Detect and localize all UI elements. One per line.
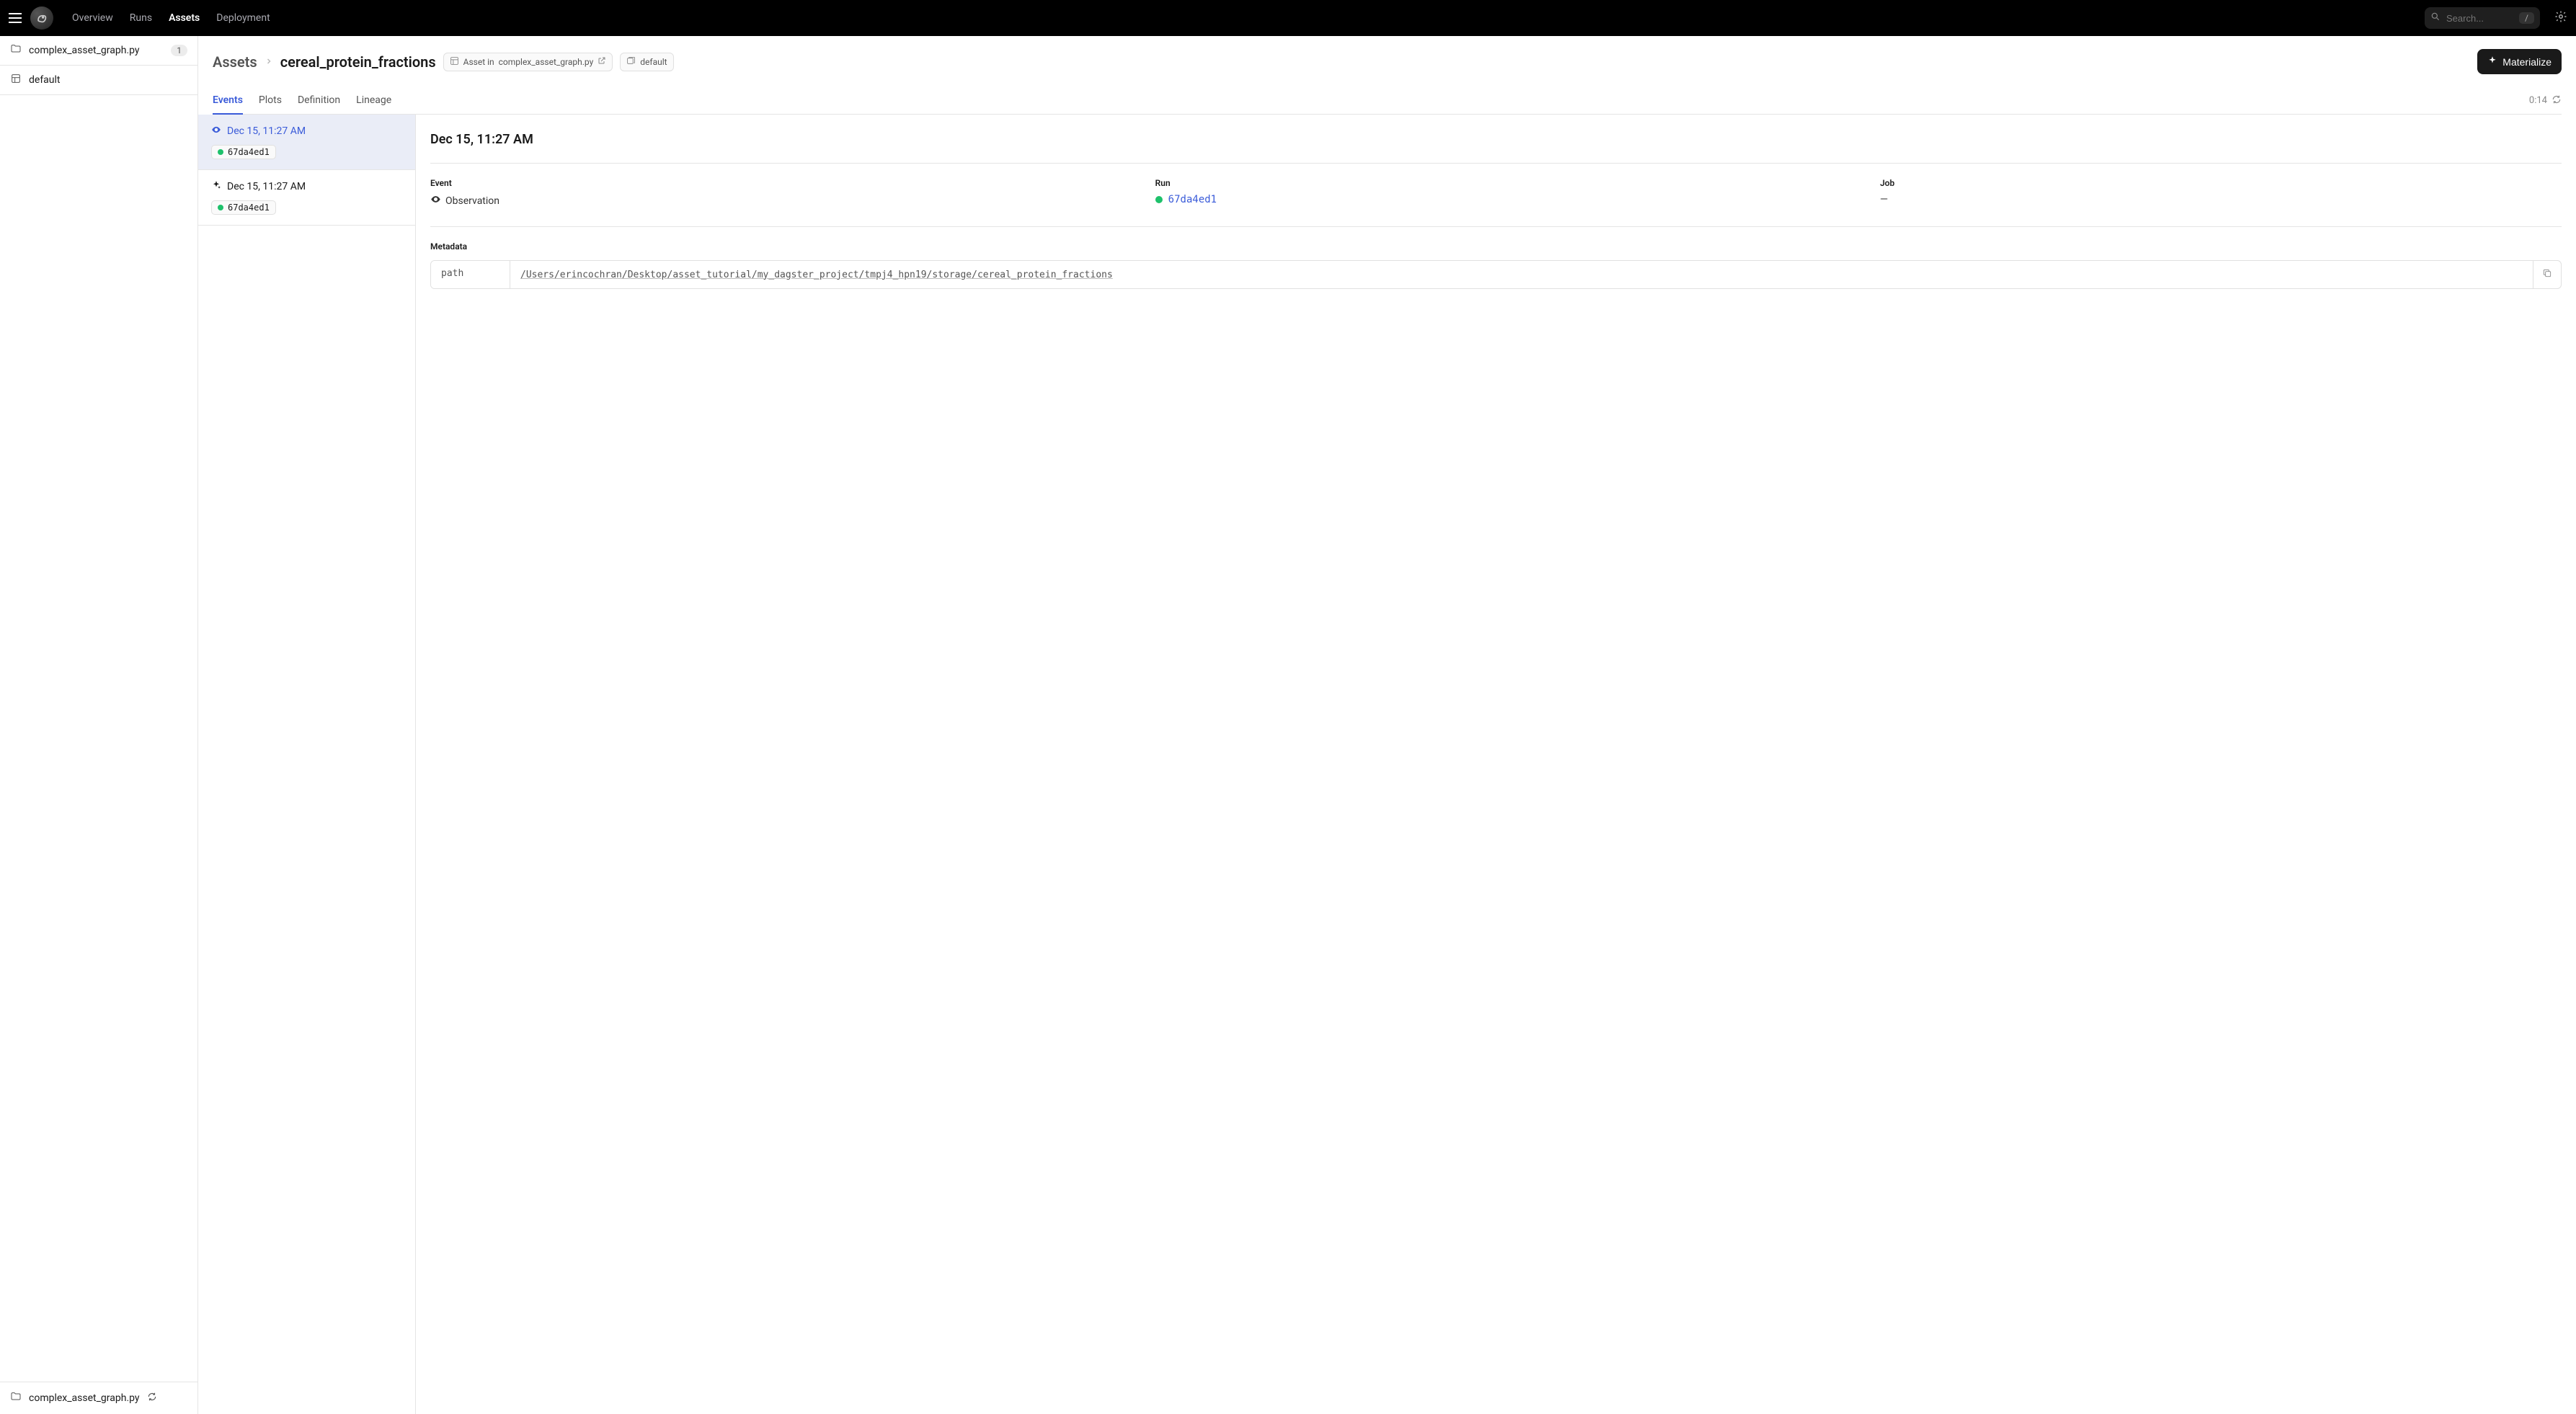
sidebar-item-default[interactable]: default <box>0 66 197 95</box>
metadata-value: /Users/erincochran/Desktop/asset_tutoria… <box>510 261 2533 288</box>
breadcrumb-current: cereal_protein_fractions <box>280 53 436 71</box>
copy-icon <box>2542 268 2552 281</box>
run-col: Run 67da4ed1 <box>1155 178 1837 208</box>
job-label: Job <box>1880 178 2562 188</box>
event-type-text: Observation <box>445 195 499 207</box>
reload-icon[interactable] <box>147 1392 157 1405</box>
content-header: Assets cereal_protein_fractions Asset in… <box>198 36 2576 115</box>
metadata-key: path <box>431 261 510 288</box>
tab-lineage[interactable]: Lineage <box>356 87 391 115</box>
gear-icon[interactable] <box>2554 10 2567 26</box>
refresh-timer[interactable]: 0:14 <box>2529 94 2562 107</box>
event-value: Observation <box>430 194 1112 208</box>
events-list: Dec 15, 11:27 AM 67da4ed1 Dec 15, 11:27 … <box>198 115 416 1414</box>
run-chip[interactable]: 67da4ed1 <box>211 145 276 159</box>
sidebar-item-label: default <box>29 74 61 86</box>
detail-panel: Dec 15, 11:27 AM Event Observation Ru <box>416 115 2576 1414</box>
chevron-right-icon <box>265 54 273 69</box>
run-id: 67da4ed1 <box>228 147 270 157</box>
tab-events[interactable]: Events <box>213 87 243 115</box>
tabs-row: Events Plots Definition Lineage 0:14 <box>213 87 2562 115</box>
nav-runs[interactable]: Runs <box>123 8 159 28</box>
breadcrumb-row: Assets cereal_protein_fractions Asset in… <box>213 49 2562 74</box>
chip-link[interactable]: complex_asset_graph.py <box>499 57 594 67</box>
event-col: Event Observation <box>430 178 1112 208</box>
search-input[interactable] <box>2446 13 2513 24</box>
materialize-button[interactable]: Materialize <box>2477 49 2562 74</box>
status-dot <box>218 205 223 210</box>
event-item[interactable]: Dec 15, 11:27 AM 67da4ed1 <box>198 170 415 226</box>
status-dot <box>1155 196 1163 203</box>
copy-button[interactable] <box>2533 261 2561 288</box>
observation-icon <box>211 125 221 138</box>
nav-links: Overview Runs Assets Deployment <box>65 8 277 28</box>
asset-icon <box>10 73 22 87</box>
search-icon <box>2430 12 2440 25</box>
table-icon <box>450 56 459 68</box>
job-value: — <box>1880 194 2562 205</box>
run-link[interactable]: 67da4ed1 <box>1155 194 1837 205</box>
sparkle-icon <box>2487 55 2497 68</box>
divider <box>430 226 2562 227</box>
event-time: Dec 15, 11:27 AM <box>227 181 306 192</box>
divider <box>430 163 2562 164</box>
sidebar: complex_asset_graph.py 1 default complex… <box>0 36 198 1414</box>
event-time: Dec 15, 11:27 AM <box>227 125 306 137</box>
materialize-label: Materialize <box>2502 56 2551 68</box>
nav-overview[interactable]: Overview <box>65 8 120 28</box>
run-label: Run <box>1155 178 1837 188</box>
observation-icon <box>430 194 441 208</box>
tab-definition[interactable]: Definition <box>298 87 340 115</box>
asset-location-chip[interactable]: Asset in complex_asset_graph.py <box>443 53 613 71</box>
app-logo[interactable] <box>30 6 53 30</box>
external-link-icon <box>598 56 606 67</box>
refresh-time-value: 0:14 <box>2529 95 2547 106</box>
content: Assets cereal_protein_fractions Asset in… <box>198 36 2576 1414</box>
sidebar-item-badge: 1 <box>171 45 187 56</box>
metadata-heading: Metadata <box>430 241 2562 252</box>
asset-group-icon <box>626 56 636 68</box>
sidebar-item-label: complex_asset_graph.py <box>29 45 140 56</box>
top-header: Overview Runs Assets Deployment / <box>0 0 2576 36</box>
nav-deployment[interactable]: Deployment <box>209 8 277 28</box>
group-chip[interactable]: default <box>620 53 673 71</box>
search-box[interactable]: / <box>2425 7 2540 29</box>
tab-plots[interactable]: Plots <box>259 87 282 115</box>
refresh-icon[interactable] <box>2551 94 2562 107</box>
sidebar-footer-label: complex_asset_graph.py <box>29 1392 140 1404</box>
run-id-link[interactable]: 67da4ed1 <box>1168 194 1217 205</box>
sidebar-footer[interactable]: complex_asset_graph.py <box>0 1382 197 1414</box>
folder-icon <box>10 43 22 58</box>
event-label: Event <box>430 178 1112 188</box>
materialization-icon <box>211 180 221 193</box>
chip-prefix: Asset in <box>463 57 494 67</box>
sidebar-list: complex_asset_graph.py 1 default <box>0 36 197 1382</box>
breadcrumb-root[interactable]: Assets <box>213 53 257 71</box>
body-split: Dec 15, 11:27 AM 67da4ed1 Dec 15, 11:27 … <box>198 115 2576 1414</box>
sidebar-item-repo[interactable]: complex_asset_graph.py 1 <box>0 36 197 66</box>
main-container: complex_asset_graph.py 1 default complex… <box>0 36 2576 1414</box>
search-hotkey-hint: / <box>2519 12 2534 24</box>
run-id: 67da4ed1 <box>228 203 270 213</box>
folder-icon <box>10 1391 22 1405</box>
detail-summary-row: Event Observation Run 67da4ed1 <box>430 178 2562 208</box>
job-col: Job — <box>1880 178 2562 208</box>
event-item[interactable]: Dec 15, 11:27 AM 67da4ed1 <box>198 115 415 170</box>
status-dot <box>218 149 223 155</box>
nav-assets[interactable]: Assets <box>161 8 207 28</box>
run-chip[interactable]: 67da4ed1 <box>211 200 276 215</box>
detail-title: Dec 15, 11:27 AM <box>430 132 2562 147</box>
chip-label: default <box>640 57 667 67</box>
hamburger-menu-icon[interactable] <box>9 11 23 25</box>
metadata-table: path /Users/erincochran/Desktop/asset_tu… <box>430 260 2562 289</box>
